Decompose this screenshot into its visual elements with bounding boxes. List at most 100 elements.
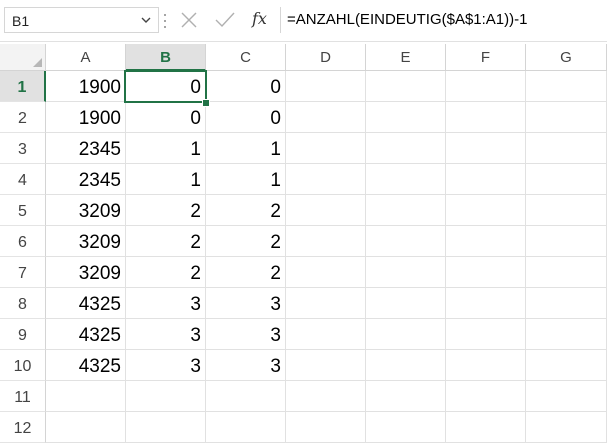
cell-d2[interactable] <box>286 102 366 133</box>
cell-b8[interactable]: 3 <box>126 288 206 319</box>
row-header-12[interactable]: 12 <box>0 412 46 443</box>
cell-c5[interactable]: 2 <box>206 195 286 226</box>
chevron-down-icon[interactable] <box>139 11 153 29</box>
cell-b10[interactable]: 3 <box>126 350 206 381</box>
column-header-a[interactable]: A <box>46 44 126 71</box>
row-header-5[interactable]: 5 <box>0 195 46 226</box>
cell-e2[interactable] <box>366 102 446 133</box>
cell-c4[interactable]: 1 <box>206 164 286 195</box>
cancel-icon[interactable] <box>177 9 201 31</box>
cell-d8[interactable] <box>286 288 366 319</box>
row-header-9[interactable]: 9 <box>0 319 46 350</box>
cell-a9[interactable]: 4325 <box>46 319 126 350</box>
cell-a4[interactable]: 2345 <box>46 164 126 195</box>
column-header-g[interactable]: G <box>526 44 607 71</box>
cell-c11[interactable] <box>206 381 286 412</box>
cell-b5[interactable]: 2 <box>126 195 206 226</box>
cell-b3[interactable]: 1 <box>126 133 206 164</box>
cell-d6[interactable] <box>286 226 366 257</box>
cell-c9[interactable]: 3 <box>206 319 286 350</box>
cell-a12[interactable] <box>46 412 126 443</box>
cell-c12[interactable] <box>206 412 286 443</box>
cell-e9[interactable] <box>366 319 446 350</box>
drag-handle-icon[interactable] <box>163 12 167 30</box>
cell-e1[interactable] <box>366 71 446 102</box>
cell-f8[interactable] <box>446 288 526 319</box>
cell-f1[interactable] <box>446 71 526 102</box>
cell-d4[interactable] <box>286 164 366 195</box>
cell-a1[interactable]: 1900 <box>46 71 126 102</box>
enter-check-icon[interactable] <box>213 9 237 31</box>
cell-a7[interactable]: 3209 <box>46 257 126 288</box>
cell-a2[interactable]: 1900 <box>46 102 126 133</box>
cell-d1[interactable] <box>286 71 366 102</box>
column-header-c[interactable]: C <box>206 44 286 71</box>
cell-f10[interactable] <box>446 350 526 381</box>
cell-b6[interactable]: 2 <box>126 226 206 257</box>
cell-f11[interactable] <box>446 381 526 412</box>
column-header-e[interactable]: E <box>366 44 446 71</box>
cell-a8[interactable]: 4325 <box>46 288 126 319</box>
cell-a10[interactable]: 4325 <box>46 350 126 381</box>
cell-d5[interactable] <box>286 195 366 226</box>
cell-b12[interactable] <box>126 412 206 443</box>
cell-d3[interactable] <box>286 133 366 164</box>
cell-b7[interactable]: 2 <box>126 257 206 288</box>
cell-a3[interactable]: 2345 <box>46 133 126 164</box>
cell-g8[interactable] <box>526 288 607 319</box>
cell-e12[interactable] <box>366 412 446 443</box>
cell-a11[interactable] <box>46 381 126 412</box>
cell-c7[interactable]: 2 <box>206 257 286 288</box>
cell-f5[interactable] <box>446 195 526 226</box>
cell-e10[interactable] <box>366 350 446 381</box>
cell-a6[interactable]: 3209 <box>46 226 126 257</box>
cell-c6[interactable]: 2 <box>206 226 286 257</box>
cell-g4[interactable] <box>526 164 607 195</box>
cell-g10[interactable] <box>526 350 607 381</box>
column-header-d[interactable]: D <box>286 44 366 71</box>
cell-d12[interactable] <box>286 412 366 443</box>
column-header-f[interactable]: F <box>446 44 526 71</box>
select-all-button[interactable] <box>0 44 46 71</box>
row-header-6[interactable]: 6 <box>0 226 46 257</box>
cell-g9[interactable] <box>526 319 607 350</box>
cell-g3[interactable] <box>526 133 607 164</box>
cell-e6[interactable] <box>366 226 446 257</box>
row-header-7[interactable]: 7 <box>0 257 46 288</box>
cell-g5[interactable] <box>526 195 607 226</box>
cell-d9[interactable] <box>286 319 366 350</box>
cell-f9[interactable] <box>446 319 526 350</box>
cell-d7[interactable] <box>286 257 366 288</box>
cell-g1[interactable] <box>526 71 607 102</box>
row-header-3[interactable]: 3 <box>0 133 46 164</box>
row-header-8[interactable]: 8 <box>0 288 46 319</box>
cell-d10[interactable] <box>286 350 366 381</box>
cell-c3[interactable]: 1 <box>206 133 286 164</box>
cell-e11[interactable] <box>366 381 446 412</box>
cell-g12[interactable] <box>526 412 607 443</box>
cell-f7[interactable] <box>446 257 526 288</box>
row-header-2[interactable]: 2 <box>0 102 46 133</box>
cell-e8[interactable] <box>366 288 446 319</box>
formula-input[interactable]: =ANZAHL(EINDEUTIG($A$1:A1))-1 <box>280 7 607 33</box>
cell-d11[interactable] <box>286 381 366 412</box>
name-box[interactable]: B1 <box>4 7 159 33</box>
cell-e4[interactable] <box>366 164 446 195</box>
fill-handle[interactable] <box>202 99 210 107</box>
cell-b1[interactable]: 0 <box>126 71 206 102</box>
cell-b11[interactable] <box>126 381 206 412</box>
cell-c2[interactable]: 0 <box>206 102 286 133</box>
insert-function-button[interactable]: fx <box>252 9 267 28</box>
cell-g2[interactable] <box>526 102 607 133</box>
cell-e7[interactable] <box>366 257 446 288</box>
cell-g7[interactable] <box>526 257 607 288</box>
cell-c1[interactable]: 0 <box>206 71 286 102</box>
cell-f12[interactable] <box>446 412 526 443</box>
cell-b4[interactable]: 1 <box>126 164 206 195</box>
row-header-10[interactable]: 10 <box>0 350 46 381</box>
cell-c10[interactable]: 3 <box>206 350 286 381</box>
cell-g6[interactable] <box>526 226 607 257</box>
cell-b9[interactable]: 3 <box>126 319 206 350</box>
row-header-1[interactable]: 1 <box>0 71 46 102</box>
cell-g11[interactable] <box>526 381 607 412</box>
